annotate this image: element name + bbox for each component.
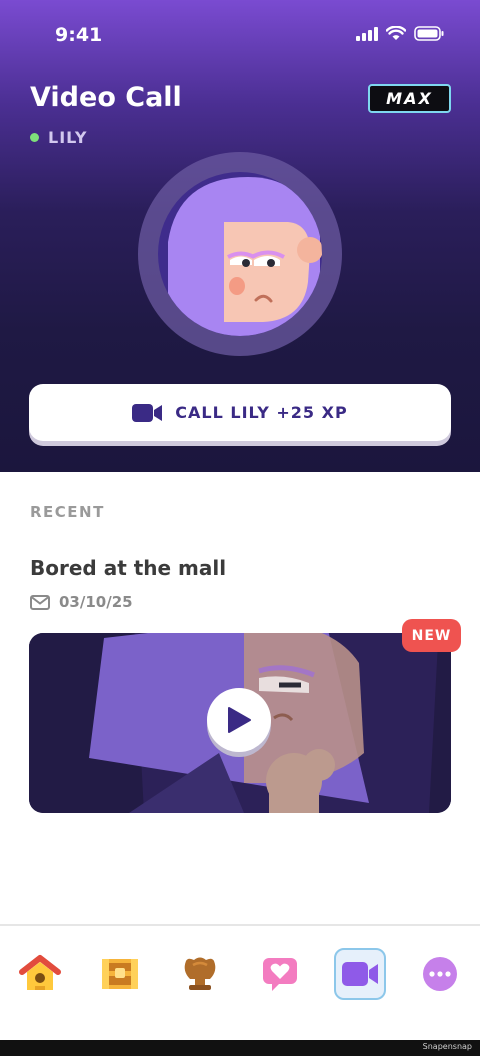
play-button[interactable] — [207, 688, 271, 752]
home-icon — [19, 955, 61, 990]
video-thumbnail[interactable] — [29, 633, 451, 813]
watermark-text: Snapensnap — [422, 1042, 472, 1051]
battery-icon — [414, 26, 444, 41]
wifi-icon — [386, 26, 406, 40]
play-icon — [228, 707, 251, 733]
treasure-chest-icon — [102, 959, 138, 989]
lily-avatar[interactable] — [138, 152, 342, 356]
hero-section: 9:41 Video Call MAX LILY CALL LILY +25 X… — [0, 0, 480, 472]
online-indicator — [30, 133, 39, 142]
more-icon — [423, 957, 457, 991]
tab-video-call[interactable] — [334, 948, 386, 1000]
status-bar: 9:41 — [0, 0, 480, 70]
watermark-bar: Snapensnap — [0, 1040, 480, 1056]
call-button-label: CALL LILY +25 XP — [175, 403, 348, 422]
heart-message-icon — [263, 958, 297, 991]
page-title: Video Call — [30, 82, 182, 113]
episode-date-text: 03/10/25 — [59, 593, 133, 611]
episode-title[interactable]: Bored at the mall — [30, 556, 226, 580]
signal-icon — [356, 26, 378, 41]
bottom-tab-bar — [0, 924, 480, 1040]
trophy-icon — [184, 957, 216, 990]
tab-chest[interactable] — [94, 948, 146, 1000]
contact-name: LILY — [48, 128, 88, 147]
status-time: 9:41 — [55, 24, 103, 46]
tab-trophy[interactable] — [174, 948, 226, 1000]
max-badge-label: MAX — [386, 89, 433, 108]
tab-home[interactable] — [14, 948, 66, 1000]
recent-heading: RECENT — [30, 503, 105, 521]
video-camera-icon — [132, 403, 163, 422]
call-button[interactable]: CALL LILY +25 XP — [29, 384, 451, 441]
video-camera-icon — [342, 962, 378, 986]
tab-hearts[interactable] — [254, 948, 306, 1000]
new-badge: NEW — [402, 619, 461, 652]
episode-date: 03/10/25 — [30, 593, 133, 611]
contact-status: LILY — [30, 128, 87, 147]
tab-more[interactable] — [414, 948, 466, 1000]
max-badge[interactable]: MAX — [368, 84, 451, 113]
mail-icon — [30, 594, 50, 610]
